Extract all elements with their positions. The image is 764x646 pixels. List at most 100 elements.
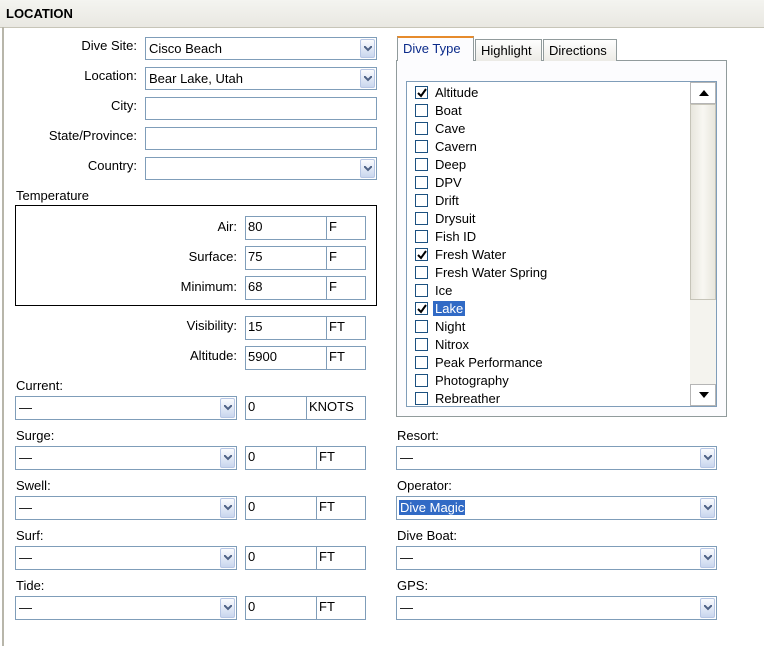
minimum-unit: F <box>326 276 366 300</box>
tide-select-value: — <box>19 600 32 615</box>
checkbox[interactable] <box>415 104 428 117</box>
dive-site-dropdown-button[interactable] <box>360 39 375 58</box>
dive-type-scrollbar[interactable] <box>690 82 716 406</box>
checkbox[interactable] <box>415 374 428 387</box>
checkbox[interactable] <box>415 392 428 405</box>
chevron-down-icon <box>704 555 712 561</box>
chevron-down-icon <box>224 505 232 511</box>
surge-select[interactable]: — <box>15 446 237 470</box>
current-dropdown-button[interactable] <box>220 398 235 418</box>
tide-input[interactable]: 0 <box>245 596 317 620</box>
checkbox[interactable] <box>415 158 428 171</box>
gps-dropdown-button[interactable] <box>700 598 715 618</box>
minimum-input[interactable]: 68 <box>245 276 327 300</box>
operator-label: Operator: <box>397 478 452 493</box>
checkbox[interactable] <box>415 176 428 189</box>
scroll-down-button[interactable] <box>690 384 716 406</box>
operator-dropdown-button[interactable] <box>700 498 715 518</box>
tab-highlight[interactable]: Highlight <box>475 39 542 61</box>
tab-dive-type-label: Dive Type <box>403 41 461 56</box>
checkbox[interactable] <box>415 122 428 135</box>
tab-directions[interactable]: Directions <box>543 39 617 61</box>
resort-select[interactable]: — <box>396 446 717 470</box>
surf-dropdown-button[interactable] <box>220 548 235 568</box>
checkbox[interactable] <box>415 284 428 297</box>
checkbox[interactable] <box>415 302 428 315</box>
checkbox[interactable] <box>415 320 428 333</box>
dive-site-select[interactable]: Cisco Beach <box>145 37 377 60</box>
surf-unit: FT <box>316 546 366 570</box>
altitude-input[interactable]: 5900 <box>245 346 327 370</box>
location-dropdown-button[interactable] <box>360 69 375 88</box>
chevron-down-icon <box>704 505 712 511</box>
chevron-down-icon <box>224 605 232 611</box>
checkbox[interactable] <box>415 86 428 99</box>
current-select-value: — <box>19 400 32 415</box>
operator-select[interactable]: Dive Magic <box>396 496 717 520</box>
city-input[interactable] <box>145 97 377 120</box>
location-label: Location: <box>84 68 137 83</box>
minimum-unit-text: F <box>329 279 337 294</box>
surface-unit: F <box>326 246 366 270</box>
list-item-label: Deep <box>435 157 467 172</box>
scroll-thumb[interactable] <box>690 104 716 300</box>
chevron-down-icon <box>224 455 232 461</box>
surge-dropdown-button[interactable] <box>220 448 235 468</box>
tide-value: 0 <box>248 599 256 614</box>
surf-select[interactable]: — <box>15 546 237 570</box>
dive-site-label: Dive Site: <box>81 38 137 53</box>
dive-boat-dropdown-button[interactable] <box>700 548 715 568</box>
surf-input[interactable]: 0 <box>245 546 317 570</box>
section-title: LOCATION <box>6 6 73 21</box>
checkbox[interactable] <box>415 212 428 225</box>
swell-dropdown-button[interactable] <box>220 498 235 518</box>
country-select[interactable] <box>145 157 377 180</box>
visibility-input[interactable]: 15 <box>245 316 327 340</box>
checkbox[interactable] <box>415 266 428 279</box>
surge-input[interactable]: 0 <box>245 446 317 470</box>
list-item-label: Nitrox <box>435 337 469 352</box>
swell-unit-text: FT <box>319 499 335 514</box>
checkbox[interactable] <box>415 356 428 369</box>
current-input[interactable]: 0 <box>245 396 307 420</box>
surge-label: Surge: <box>16 428 55 443</box>
resort-dropdown-button[interactable] <box>700 448 715 468</box>
tide-dropdown-button[interactable] <box>220 598 235 618</box>
swell-select[interactable]: — <box>15 496 237 520</box>
current-unit: KNOTS <box>306 396 366 420</box>
frame-border <box>2 27 4 646</box>
swell-input[interactable]: 0 <box>245 496 317 520</box>
temperature-label: Temperature <box>16 188 89 203</box>
visibility-label: Visibility: <box>186 318 237 333</box>
checkbox[interactable] <box>415 194 428 207</box>
visibility-value: 15 <box>248 319 263 334</box>
dive-boat-select[interactable]: — <box>396 546 717 570</box>
surface-input[interactable]: 75 <box>245 246 327 270</box>
scroll-up-button[interactable] <box>690 82 716 104</box>
dive-type-list[interactable]: Altitude Boat Cave Cavern Deep DPV Drift Drysui… <box>406 81 717 407</box>
air-unit: F <box>326 216 366 240</box>
chevron-down-icon <box>224 555 232 561</box>
gps-select[interactable]: — <box>396 596 717 620</box>
state-input[interactable] <box>145 127 377 150</box>
checkbox[interactable] <box>415 248 428 261</box>
list-item-label: Fish ID <box>435 229 477 244</box>
swell-label: Swell: <box>16 478 51 493</box>
list-item-label: Fresh Water Spring <box>435 265 548 280</box>
current-select[interactable]: — <box>15 396 237 420</box>
country-dropdown-button[interactable] <box>360 159 375 178</box>
resort-label: Resort: <box>397 428 439 443</box>
list-item-label: Rebreather <box>435 391 501 406</box>
visibility-unit-text: FT <box>329 319 345 334</box>
air-unit-text: F <box>329 219 337 234</box>
tab-dive-type[interactable]: Dive Type <box>397 36 474 61</box>
location-select[interactable]: Bear Lake, Utah <box>145 67 377 90</box>
air-input[interactable]: 80 <box>245 216 327 240</box>
list-item-label: Night <box>435 319 466 334</box>
tide-select[interactable]: — <box>15 596 237 620</box>
checkbox[interactable] <box>415 230 428 243</box>
checkbox[interactable] <box>415 140 428 153</box>
check-icon <box>417 88 427 98</box>
checkbox[interactable] <box>415 338 428 351</box>
chevron-down-icon <box>364 76 372 82</box>
